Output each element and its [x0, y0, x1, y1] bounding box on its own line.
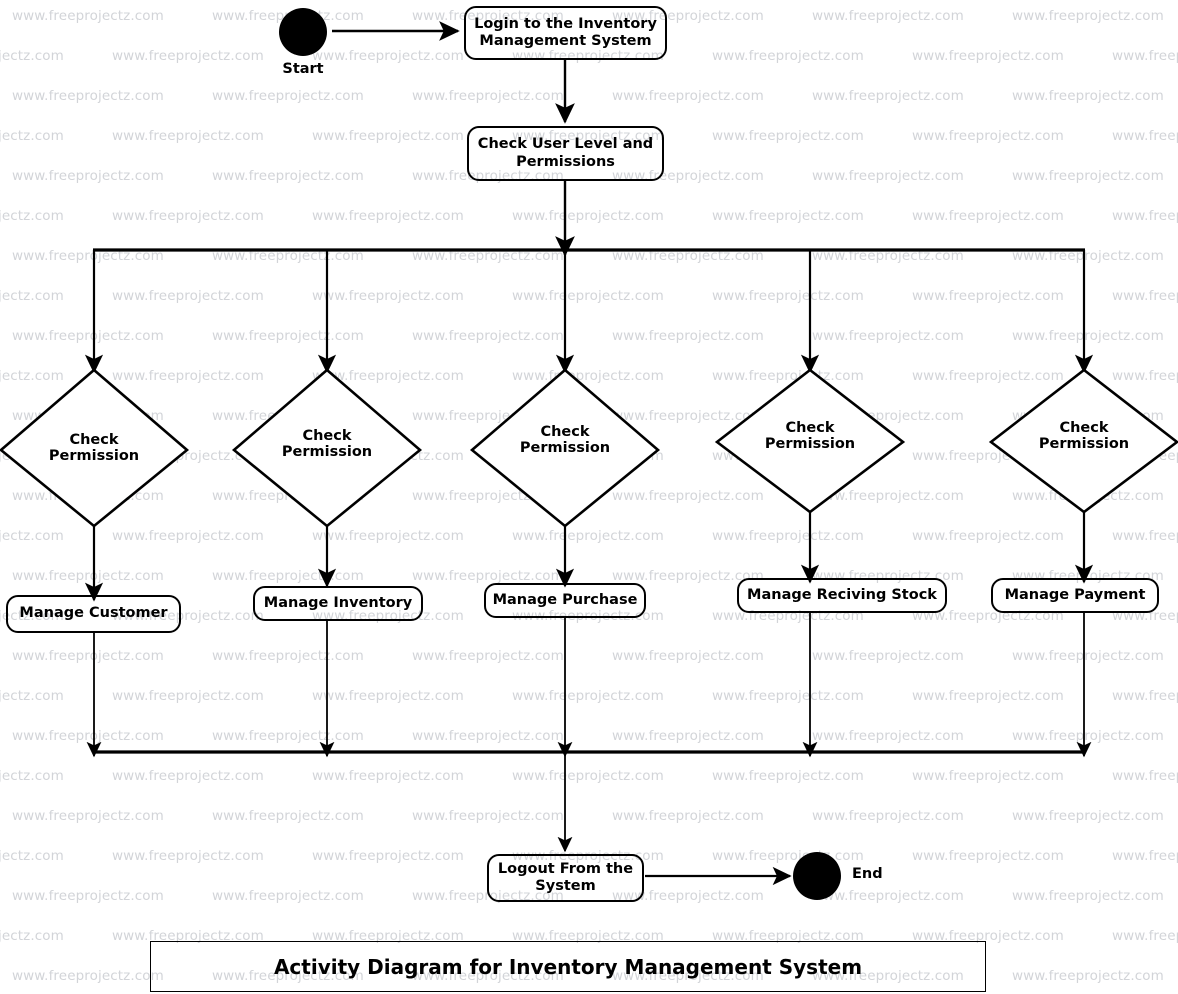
decision-label-5-line1: Check — [1059, 420, 1109, 436]
activity-manage-purchase[interactable]: Manage Purchase — [484, 583, 646, 618]
activity-manage-receiving-stock[interactable]: Manage Reciving Stock — [737, 578, 947, 613]
decision-label-4: Check Permission — [740, 420, 880, 452]
decision-label-1-line1: Check — [69, 432, 119, 448]
end-node[interactable] — [793, 852, 841, 900]
activity-check-user-level[interactable]: Check User Level and Permissions — [467, 126, 664, 181]
diagram-title-bar: Activity Diagram for Inventory Managemen… — [150, 941, 986, 992]
start-node[interactable] — [279, 8, 327, 56]
activity-logout-label: Logout From the System — [497, 860, 634, 894]
activity-login[interactable]: Login to the Inventory Management System — [464, 6, 667, 60]
decision-label-5-line2: Permission — [1038, 436, 1130, 453]
decision-label-1-line2: Permission — [48, 448, 140, 465]
decision-label-3: Check Permission — [495, 424, 635, 456]
diagram-title: Activity Diagram for Inventory Managemen… — [273, 954, 863, 979]
activity-login-label: Login to the Inventory Management System — [474, 15, 657, 49]
activity-manage-customer-label: Manage Customer — [19, 605, 168, 622]
activity-manage-customer[interactable]: Manage Customer — [6, 595, 181, 633]
activity-manage-inventory[interactable]: Manage Inventory — [253, 586, 423, 621]
activity-manage-payment[interactable]: Manage Payment — [991, 578, 1159, 613]
activity-manage-inventory-label: Manage Inventory — [263, 594, 413, 611]
end-label: End — [852, 866, 883, 882]
decision-label-2-line1: Check — [302, 428, 352, 444]
activity-manage-purchase-label: Manage Purchase — [492, 591, 638, 608]
activity-check-user-level-label: Check User Level and Permissions — [477, 136, 654, 170]
decision-label-3-line2: Permission — [519, 440, 611, 457]
decision-label-5: Check Permission — [1014, 420, 1154, 452]
decision-label-3-line1: Check — [540, 424, 590, 440]
activity-manage-payment-label: Manage Payment — [1004, 586, 1146, 603]
start-label: Start — [282, 61, 324, 77]
activity-manage-receiving-stock-label: Manage Reciving Stock — [747, 586, 937, 603]
activity-logout[interactable]: Logout From the System — [487, 854, 644, 902]
decision-label-4-line1: Check — [785, 420, 835, 436]
decision-label-2-line2: Permission — [281, 444, 373, 461]
decision-label-4-line2: Permission — [764, 436, 856, 453]
activity-diagram-canvas: www.freeprojectz.com www.freeprojectz.com… — [0, 0, 1178, 994]
decision-label-2: Check Permission — [257, 428, 397, 460]
decision-label-1: Check Permission — [24, 432, 164, 464]
